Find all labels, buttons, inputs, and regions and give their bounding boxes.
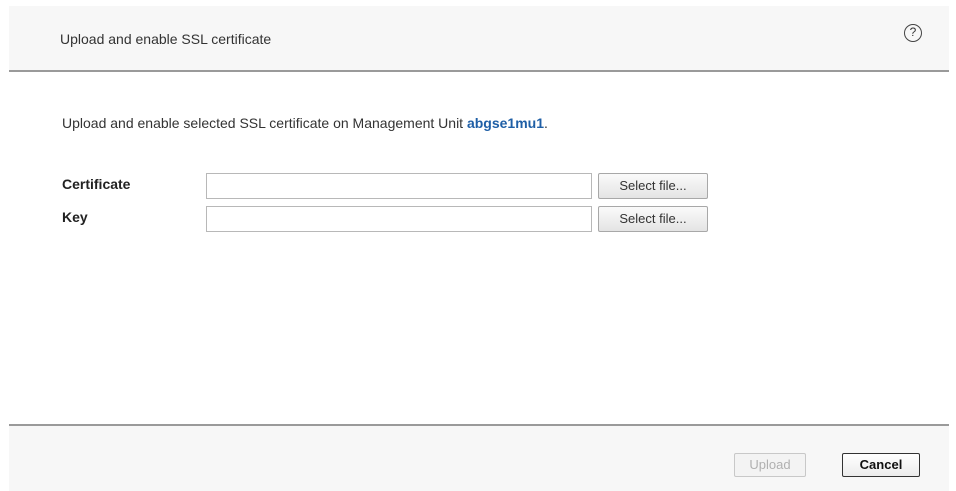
key-label: Key (62, 209, 88, 225)
certificate-file-field[interactable] (206, 173, 592, 199)
upload-ssl-dialog: Upload and enable SSL certificate ? Uplo… (0, 0, 956, 491)
help-icon[interactable]: ? (904, 24, 922, 42)
dialog-header: Upload and enable SSL certificate ? (9, 6, 949, 72)
intro-text: Upload and enable selected SSL certifica… (62, 115, 548, 131)
intro-suffix: . (544, 115, 548, 131)
certificate-select-file-button[interactable]: Select file... (598, 173, 708, 199)
key-file-field[interactable] (206, 206, 592, 232)
certificate-label: Certificate (62, 176, 131, 192)
intro-prefix: Upload and enable selected SSL certifica… (62, 115, 467, 131)
dialog-title: Upload and enable SSL certificate (60, 31, 272, 47)
cancel-button[interactable]: Cancel (842, 453, 920, 477)
dialog-content: Upload and enable selected SSL certifica… (9, 72, 949, 424)
key-select-file-button[interactable]: Select file... (598, 206, 708, 232)
management-unit-name: abgse1mu1 (466, 115, 545, 131)
dialog-footer: Upload Cancel (9, 424, 949, 491)
upload-button[interactable]: Upload (734, 453, 806, 477)
